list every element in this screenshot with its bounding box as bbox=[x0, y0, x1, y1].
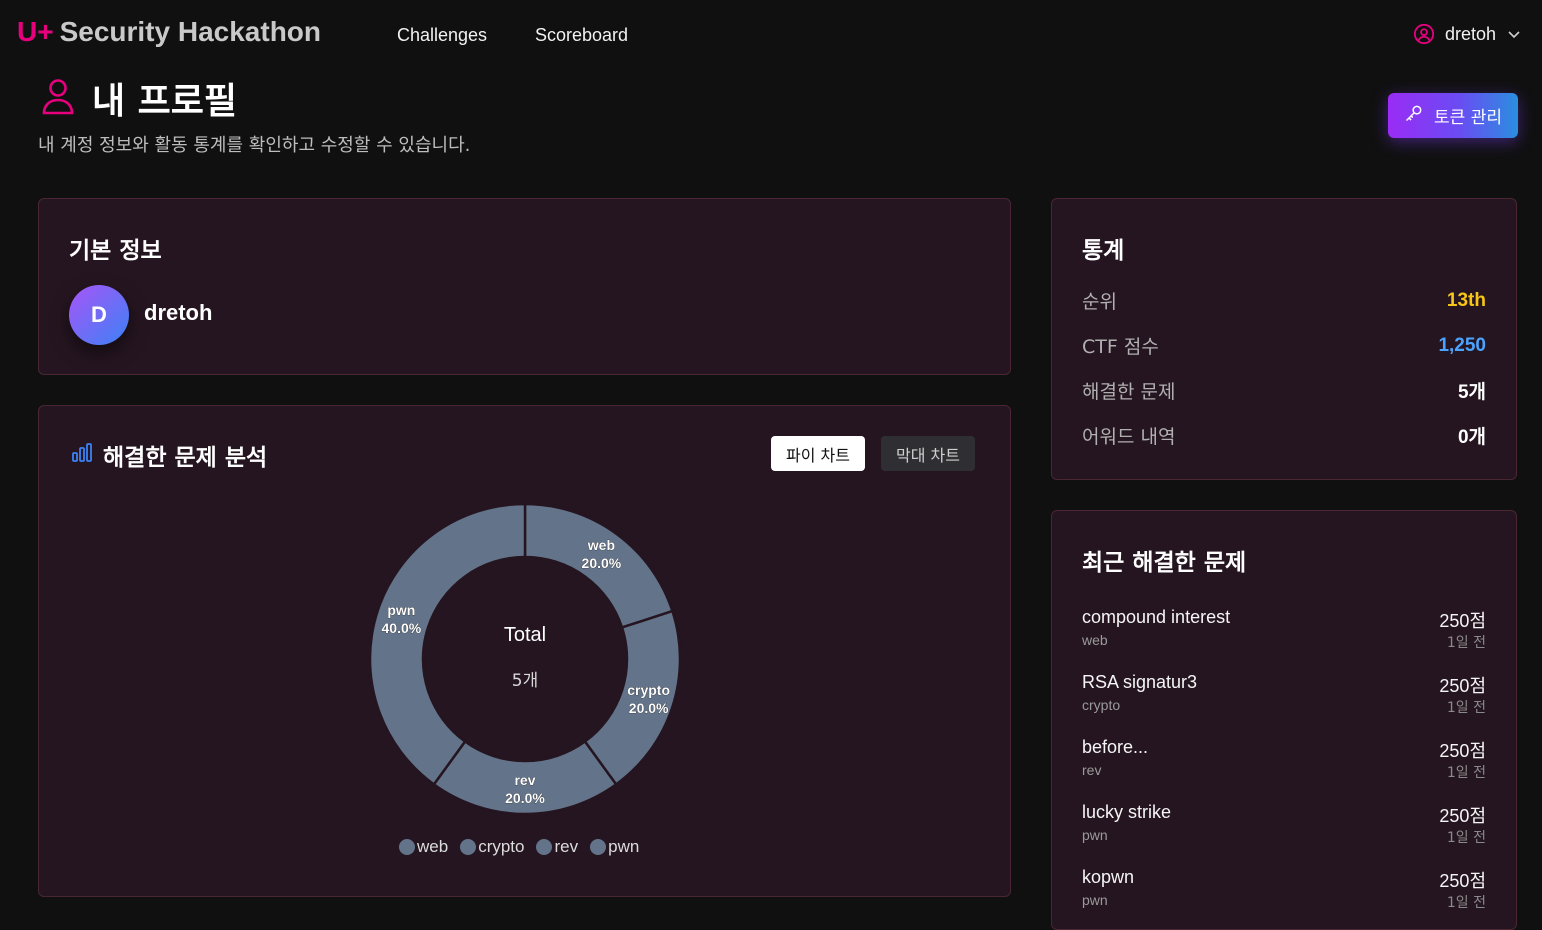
legend-swatch bbox=[460, 839, 477, 855]
key-icon bbox=[1404, 103, 1424, 128]
nav-link-scoreboard[interactable]: Scoreboard bbox=[535, 25, 628, 46]
list-item[interactable]: kopwn pwn 250점 1일 전 bbox=[1082, 867, 1486, 917]
solve-category: pwn bbox=[1082, 827, 1108, 843]
legend-item-pwn[interactable]: pwn bbox=[590, 837, 639, 857]
nav-link-challenges[interactable]: Challenges bbox=[397, 25, 487, 46]
user-icon bbox=[40, 76, 76, 120]
bar-chart-icon bbox=[71, 443, 93, 467]
stat-row-score: CTF 점수 1,250 bbox=[1082, 332, 1486, 359]
solve-analysis-card: 해결한 문제 분석 파이 차트 막대 차트 web 20.0% crypto 20.0… bbox=[38, 405, 1011, 897]
solve-time: 1일 전 bbox=[1446, 700, 1486, 716]
tab-bar-chart[interactable]: 막대 차트 bbox=[881, 436, 975, 471]
chart-legend: web crypto rev pwn bbox=[399, 837, 639, 857]
top-navbar: U+ Security Hackathon Challenges Scorebo… bbox=[0, 0, 1542, 70]
donut-center-value: 5개 bbox=[512, 671, 538, 691]
stat-label: 순위 bbox=[1082, 291, 1117, 313]
stat-value: 1,250 bbox=[1438, 334, 1486, 356]
legend-label: rev bbox=[554, 837, 579, 856]
solve-points: 250점 bbox=[1439, 806, 1486, 826]
stat-label: 해결한 문제 bbox=[1082, 381, 1176, 403]
user-menu-name: dretoh bbox=[1444, 23, 1496, 44]
list-item[interactable]: before... rev 250점 1일 전 bbox=[1082, 737, 1486, 787]
analysis-title: 해결한 문제 분석 bbox=[103, 445, 268, 471]
solve-category: crypto bbox=[1082, 697, 1121, 713]
brand-mark: U+ bbox=[17, 16, 54, 47]
donut-chart: web 20.0%crypto 20.0%rev 20.0%pwn 40.0% Tota… bbox=[368, 502, 682, 816]
page-header: 내 프로필 bbox=[40, 72, 237, 124]
brand-text: Security Hackathon bbox=[59, 16, 321, 47]
stat-row-rank: 순위 13th bbox=[1082, 287, 1486, 314]
legend-swatch bbox=[590, 839, 607, 855]
stat-value: 0개 bbox=[1457, 427, 1486, 448]
legend-item-rev[interactable]: rev bbox=[536, 837, 578, 857]
stats-title: 통계 bbox=[1082, 238, 1125, 264]
tab-pie-chart[interactable]: 파이 차트 bbox=[771, 436, 865, 471]
basic-info-card: 기본 정보 D dretoh bbox=[38, 198, 1011, 375]
solve-points: 250점 bbox=[1439, 676, 1486, 696]
page-subtitle: 내 계정 정보와 활동 통계를 확인하고 수정할 수 있습니다. bbox=[38, 135, 471, 156]
legend-label: web bbox=[417, 837, 449, 856]
page-title: 내 프로필 bbox=[92, 81, 238, 122]
legend-item-crypto[interactable]: crypto bbox=[460, 837, 524, 857]
solve-points: 250점 bbox=[1439, 871, 1486, 891]
recent-title: 최근 해결한 문제 bbox=[1082, 550, 1247, 576]
solve-category: rev bbox=[1082, 762, 1102, 778]
user-menu[interactable]: dretoh bbox=[1413, 23, 1522, 45]
list-item[interactable]: RSA signatur3 crypto 250점 1일 전 bbox=[1082, 672, 1486, 722]
solve-name: kopwn bbox=[1082, 867, 1135, 887]
solve-category: pwn bbox=[1082, 892, 1108, 908]
list-item[interactable]: lucky strike pwn 250점 1일 전 bbox=[1082, 802, 1486, 852]
stat-label: 어워드 내역 bbox=[1082, 426, 1176, 448]
stats-card: 통계 순위 13th CTF 점수 1,250 해결한 문제 5개 어워드 내역… bbox=[1051, 198, 1517, 480]
stat-row-awards: 어워드 내역 0개 bbox=[1082, 422, 1486, 449]
stat-row-solved: 해결한 문제 5개 bbox=[1082, 377, 1486, 404]
brand-logo[interactable]: U+ Security Hackathon bbox=[17, 16, 321, 48]
solve-time: 1일 전 bbox=[1446, 635, 1486, 651]
donut-center-label: Total bbox=[504, 624, 546, 646]
user-circle-icon bbox=[1413, 23, 1435, 45]
pie-slice-pwn[interactable] bbox=[368, 502, 527, 787]
solve-time: 1일 전 bbox=[1446, 765, 1486, 781]
solve-name: compound interest bbox=[1082, 607, 1231, 627]
solve-time: 1일 전 bbox=[1446, 895, 1486, 911]
stat-label: CTF 점수 bbox=[1082, 336, 1159, 358]
solve-name: before... bbox=[1082, 737, 1149, 757]
legend-label: crypto bbox=[478, 837, 525, 856]
legend-swatch bbox=[399, 839, 415, 855]
stat-value: 5개 bbox=[1457, 382, 1486, 403]
token-manage-label: 토큰 관리 bbox=[1434, 108, 1502, 128]
chevron-down-icon bbox=[1506, 26, 1522, 42]
basic-info-title: 기본 정보 bbox=[69, 238, 162, 264]
legend-swatch bbox=[536, 839, 553, 855]
token-manage-button[interactable]: 토큰 관리 bbox=[1388, 93, 1518, 138]
solve-time: 1일 전 bbox=[1446, 830, 1486, 846]
solve-name: RSA signatur3 bbox=[1082, 672, 1198, 692]
solve-name: lucky strike bbox=[1082, 802, 1172, 822]
legend-item-web[interactable]: web bbox=[399, 837, 448, 857]
solve-category: web bbox=[1082, 632, 1108, 648]
profile-username: dretoh bbox=[144, 300, 213, 325]
list-item[interactable]: compound interest web 250점 1일 전 bbox=[1082, 607, 1486, 657]
solve-points: 250점 bbox=[1439, 741, 1486, 761]
stat-value: 13th bbox=[1446, 289, 1486, 311]
avatar: D bbox=[69, 285, 129, 345]
solve-points: 250점 bbox=[1439, 611, 1486, 631]
recent-solves-card: 최근 해결한 문제 compound interest web 250점 1일 … bbox=[1051, 510, 1517, 930]
legend-label: pwn bbox=[608, 837, 640, 856]
